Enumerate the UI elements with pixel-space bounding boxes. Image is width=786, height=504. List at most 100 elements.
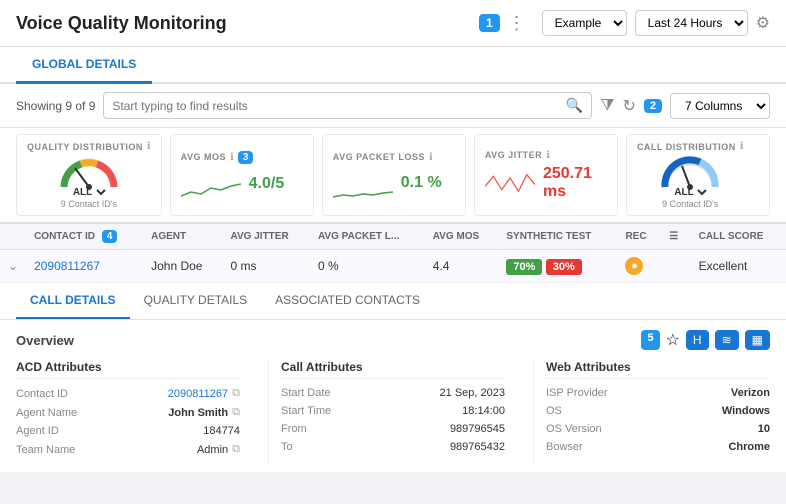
quality-info-icon[interactable]: ℹ — [147, 141, 151, 152]
call-start-time-key: Start Time — [281, 405, 331, 417]
col-menu-icon[interactable]: ☰ — [669, 231, 678, 242]
refresh-icon[interactable]: ↻ — [622, 96, 635, 116]
settings-icon[interactable]: ⚙ — [756, 13, 770, 33]
mos-value: 4.0/5 — [249, 175, 285, 193]
cell-rec: ● — [617, 250, 661, 283]
acd-team-name-key: Team Name — [16, 444, 75, 456]
rec-badge: ● — [625, 257, 643, 275]
synthetic-red-badge: 30% — [546, 259, 582, 275]
cell-avg-jitter: 0 ms — [223, 250, 310, 283]
web-os-version-key: OS Version — [546, 423, 602, 435]
acd-contact-id-key: Contact ID — [16, 388, 68, 400]
columns-dropdown[interactable]: 7 Columns — [670, 93, 770, 119]
col-avg-jitter: AVG JITTER — [223, 224, 310, 250]
search-input[interactable] — [112, 99, 565, 113]
acd-team-name-row: Team Name Admin ⧉ — [16, 443, 240, 456]
tab-call-details[interactable]: CALL DETAILS — [16, 283, 130, 319]
jitter-value: 250.71 ms — [543, 165, 607, 201]
col-agent: AGENT — [143, 224, 222, 250]
stat-quality-distribution: QUALITY DISTRIBUTION ℹ ALL 9 Conta — [16, 134, 162, 216]
call-start-time-val: 18:14:00 — [462, 405, 505, 417]
col-badge-4: 4 — [102, 230, 118, 243]
web-os-key: OS — [546, 405, 562, 417]
expand-cell[interactable]: ⌄ — [0, 250, 26, 283]
detail-tabs: CALL DETAILS QUALITY DETAILS ASSOCIATED … — [0, 283, 786, 320]
acd-contact-id-val[interactable]: 2090811267 — [168, 388, 228, 400]
stat-avg-packet-loss: AVG PACKET LOSS ℹ 0.1 % — [322, 134, 466, 216]
header-badge-1: 1 — [479, 14, 500, 32]
web-isp-val: Verizon — [731, 387, 770, 399]
cell-contact-id: 2090811267 — [26, 250, 143, 283]
cell-menu — [661, 250, 690, 283]
stat-label-quality: QUALITY DISTRIBUTION — [27, 142, 143, 152]
quality-gauge: ALL 9 Contact ID's — [27, 152, 151, 209]
divider-2 — [533, 360, 534, 462]
star-button[interactable]: ☆ — [666, 330, 680, 350]
packet-info-icon[interactable]: ℹ — [429, 152, 433, 163]
packet-value: 0.1 % — [401, 174, 442, 192]
cell-avg-packet: 0 % — [310, 250, 425, 283]
expand-icon[interactable]: ⌄ — [8, 259, 18, 273]
cell-call-score: Excellent — [691, 250, 786, 283]
stat-call-distribution: CALL DISTRIBUTION ℹ ALL 9 Contact ID's — [626, 134, 770, 216]
more-options-icon[interactable]: ⋮ — [508, 13, 526, 34]
search-box[interactable]: 🔍 — [103, 92, 592, 119]
mos-info-icon[interactable]: ℹ — [230, 152, 234, 163]
col-avg-mos: AVG MOS — [425, 224, 499, 250]
col-menu: ☰ — [661, 224, 690, 250]
call-to-val: 989765432 — [450, 441, 505, 453]
tab-associated-contacts[interactable]: ASSOCIATED CONTACTS — [261, 283, 434, 319]
chart-button[interactable]: ▦ — [745, 330, 770, 350]
web-os-row: OS Windows — [546, 405, 770, 417]
example-dropdown[interactable]: Example — [542, 10, 627, 36]
call-dist-sub: 9 Contact ID's — [662, 199, 718, 209]
acd-agent-name-val: John Smith — [168, 407, 228, 419]
copy-agent-name-icon[interactable]: ⧉ — [232, 406, 240, 419]
stat-label-jitter: AVG JITTER — [485, 150, 542, 160]
call-dist-all-select[interactable]: ALL — [670, 186, 710, 199]
header-controls: Example Last 24 Hours ⚙ — [542, 10, 770, 36]
copy-contact-id-icon[interactable]: ⧉ — [232, 387, 240, 400]
web-browser-val: Chrome — [728, 441, 770, 453]
call-dist-gauge: ALL 9 Contact ID's — [637, 152, 744, 209]
stat-avg-jitter: AVG JITTER ℹ 250.71 ms — [474, 134, 618, 216]
stats-row: QUALITY DISTRIBUTION ℹ ALL 9 Conta — [0, 128, 786, 223]
tab-global-details[interactable]: GLOBAL DETAILS — [16, 47, 152, 84]
copy-team-name-icon[interactable]: ⧉ — [232, 443, 240, 456]
acd-contact-id-row: Contact ID 2090811267 ⧉ — [16, 387, 240, 400]
quality-sub: 9 Contact ID's — [61, 199, 117, 209]
web-os-version-val: 10 — [758, 423, 770, 435]
quality-all-select[interactable]: ALL — [69, 186, 109, 199]
search-icon: 🔍 — [566, 97, 583, 114]
time-range-dropdown[interactable]: Last 24 Hours — [635, 10, 748, 36]
tab-quality-details[interactable]: QUALITY DETAILS — [130, 283, 262, 319]
call-title: Call Attributes — [281, 360, 505, 379]
table-row: ⌄ 2090811267 John Doe 0 ms 0 % 4.4 70% 3… — [0, 250, 786, 283]
contact-id-link[interactable]: 2090811267 — [34, 259, 100, 273]
cell-avg-mos: 4.4 — [425, 250, 499, 283]
toolbar: Showing 9 of 9 🔍 ⧩ ↻ 2 7 Columns — [0, 84, 786, 128]
call-from-val: 989796545 — [450, 423, 505, 435]
web-isp-row: ISP Provider Verizon — [546, 387, 770, 399]
web-attributes: Web Attributes ISP Provider Verizon OS W… — [546, 360, 770, 462]
acd-agent-id-key: Agent ID — [16, 425, 59, 437]
jitter-info-icon[interactable]: ℹ — [546, 150, 550, 161]
grid-button[interactable]: ≋ — [715, 330, 739, 350]
showing-count: Showing 9 of 9 — [16, 99, 95, 113]
call-start-date-val: 21 Sep, 2023 — [440, 387, 505, 399]
acd-attributes: ACD Attributes Contact ID 2090811267 ⧉ A… — [16, 360, 256, 462]
divider-1 — [268, 360, 269, 462]
header: Voice Quality Monitoring 1 ⋮ Example Las… — [0, 0, 786, 47]
web-browser-key: Bowser — [546, 441, 583, 453]
acd-agent-name-row: Agent Name John Smith ⧉ — [16, 406, 240, 419]
web-browser-row: Bowser Chrome — [546, 441, 770, 453]
call-to-row: To 989765432 — [281, 441, 505, 453]
acd-title: ACD Attributes — [16, 360, 240, 379]
h-button[interactable]: H — [686, 330, 709, 350]
toolbar-badge-2: 2 — [644, 99, 662, 113]
stat-label-packet: AVG PACKET LOSS — [333, 152, 425, 162]
filter-icon[interactable]: ⧩ — [600, 97, 614, 115]
call-dist-info-icon[interactable]: ℹ — [740, 141, 744, 152]
contacts-table: CONTACT ID 4 AGENT AVG JITTER AVG PACKET… — [0, 223, 786, 283]
table-header-row: CONTACT ID 4 AGENT AVG JITTER AVG PACKET… — [0, 224, 786, 250]
